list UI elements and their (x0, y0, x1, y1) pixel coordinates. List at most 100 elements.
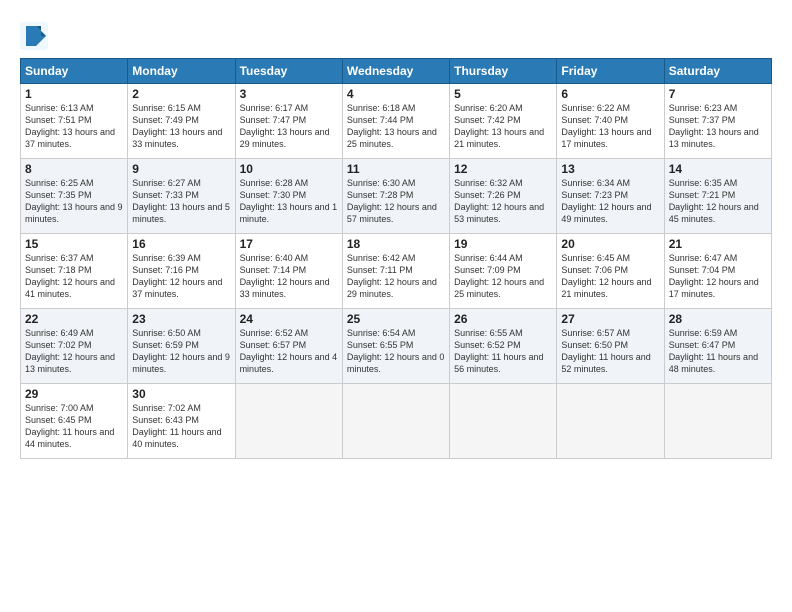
day-info: Sunrise: 6:50 AMSunset: 6:59 PMDaylight:… (132, 327, 230, 376)
day-info: Sunrise: 6:47 AMSunset: 7:04 PMDaylight:… (669, 252, 767, 301)
day-info: Sunrise: 6:22 AMSunset: 7:40 PMDaylight:… (561, 102, 659, 151)
day-number: 26 (454, 312, 552, 326)
logo (20, 22, 52, 50)
day-info: Sunrise: 6:20 AMSunset: 7:42 PMDaylight:… (454, 102, 552, 151)
day-info: Sunrise: 7:02 AMSunset: 6:43 PMDaylight:… (132, 402, 230, 451)
calendar-week-row: 29 Sunrise: 7:00 AMSunset: 6:45 PMDaylig… (21, 384, 772, 459)
day-number: 6 (561, 87, 659, 101)
calendar-week-row: 22 Sunrise: 6:49 AMSunset: 7:02 PMDaylig… (21, 309, 772, 384)
calendar-cell: 14 Sunrise: 6:35 AMSunset: 7:21 PMDaylig… (664, 159, 771, 234)
day-number: 13 (561, 162, 659, 176)
day-info: Sunrise: 6:30 AMSunset: 7:28 PMDaylight:… (347, 177, 445, 226)
day-info: Sunrise: 6:49 AMSunset: 7:02 PMDaylight:… (25, 327, 123, 376)
calendar-cell (664, 384, 771, 459)
day-number: 7 (669, 87, 767, 101)
calendar-cell: 27 Sunrise: 6:57 AMSunset: 6:50 PMDaylig… (557, 309, 664, 384)
calendar-cell (235, 384, 342, 459)
weekday-header: Wednesday (342, 59, 449, 84)
day-number: 21 (669, 237, 767, 251)
calendar-cell: 24 Sunrise: 6:52 AMSunset: 6:57 PMDaylig… (235, 309, 342, 384)
calendar-cell: 3 Sunrise: 6:17 AMSunset: 7:47 PMDayligh… (235, 84, 342, 159)
logo-icon (20, 22, 48, 50)
calendar-cell: 26 Sunrise: 6:55 AMSunset: 6:52 PMDaylig… (450, 309, 557, 384)
day-info: Sunrise: 7:00 AMSunset: 6:45 PMDaylight:… (25, 402, 123, 451)
day-number: 22 (25, 312, 123, 326)
calendar-cell: 8 Sunrise: 6:25 AMSunset: 7:35 PMDayligh… (21, 159, 128, 234)
day-number: 19 (454, 237, 552, 251)
day-number: 2 (132, 87, 230, 101)
calendar-cell: 23 Sunrise: 6:50 AMSunset: 6:59 PMDaylig… (128, 309, 235, 384)
day-info: Sunrise: 6:54 AMSunset: 6:55 PMDaylight:… (347, 327, 445, 376)
day-number: 24 (240, 312, 338, 326)
calendar-cell (557, 384, 664, 459)
calendar-cell: 25 Sunrise: 6:54 AMSunset: 6:55 PMDaylig… (342, 309, 449, 384)
weekday-header: Tuesday (235, 59, 342, 84)
day-info: Sunrise: 6:15 AMSunset: 7:49 PMDaylight:… (132, 102, 230, 151)
day-number: 12 (454, 162, 552, 176)
day-number: 15 (25, 237, 123, 251)
day-number: 3 (240, 87, 338, 101)
calendar-cell: 12 Sunrise: 6:32 AMSunset: 7:26 PMDaylig… (450, 159, 557, 234)
calendar-cell: 18 Sunrise: 6:42 AMSunset: 7:11 PMDaylig… (342, 234, 449, 309)
weekday-header: Saturday (664, 59, 771, 84)
day-number: 20 (561, 237, 659, 251)
day-number: 29 (25, 387, 123, 401)
day-info: Sunrise: 6:35 AMSunset: 7:21 PMDaylight:… (669, 177, 767, 226)
calendar-cell: 29 Sunrise: 7:00 AMSunset: 6:45 PMDaylig… (21, 384, 128, 459)
calendar-cell: 28 Sunrise: 6:59 AMSunset: 6:47 PMDaylig… (664, 309, 771, 384)
day-number: 30 (132, 387, 230, 401)
calendar-cell: 30 Sunrise: 7:02 AMSunset: 6:43 PMDaylig… (128, 384, 235, 459)
day-info: Sunrise: 6:52 AMSunset: 6:57 PMDaylight:… (240, 327, 338, 376)
day-info: Sunrise: 6:18 AMSunset: 7:44 PMDaylight:… (347, 102, 445, 151)
day-info: Sunrise: 6:37 AMSunset: 7:18 PMDaylight:… (25, 252, 123, 301)
day-number: 27 (561, 312, 659, 326)
calendar-cell: 11 Sunrise: 6:30 AMSunset: 7:28 PMDaylig… (342, 159, 449, 234)
weekday-header: Friday (557, 59, 664, 84)
day-info: Sunrise: 6:55 AMSunset: 6:52 PMDaylight:… (454, 327, 552, 376)
day-number: 9 (132, 162, 230, 176)
calendar-cell: 16 Sunrise: 6:39 AMSunset: 7:16 PMDaylig… (128, 234, 235, 309)
day-number: 16 (132, 237, 230, 251)
calendar-cell: 6 Sunrise: 6:22 AMSunset: 7:40 PMDayligh… (557, 84, 664, 159)
calendar-cell: 13 Sunrise: 6:34 AMSunset: 7:23 PMDaylig… (557, 159, 664, 234)
header (20, 18, 772, 50)
calendar-week-row: 15 Sunrise: 6:37 AMSunset: 7:18 PMDaylig… (21, 234, 772, 309)
calendar-cell: 4 Sunrise: 6:18 AMSunset: 7:44 PMDayligh… (342, 84, 449, 159)
calendar-cell: 9 Sunrise: 6:27 AMSunset: 7:33 PMDayligh… (128, 159, 235, 234)
day-number: 18 (347, 237, 445, 251)
page: SundayMondayTuesdayWednesdayThursdayFrid… (0, 0, 792, 612)
calendar-cell: 22 Sunrise: 6:49 AMSunset: 7:02 PMDaylig… (21, 309, 128, 384)
calendar-cell: 15 Sunrise: 6:37 AMSunset: 7:18 PMDaylig… (21, 234, 128, 309)
calendar-table: SundayMondayTuesdayWednesdayThursdayFrid… (20, 58, 772, 459)
day-number: 14 (669, 162, 767, 176)
day-info: Sunrise: 6:13 AMSunset: 7:51 PMDaylight:… (25, 102, 123, 151)
day-number: 28 (669, 312, 767, 326)
calendar-cell: 21 Sunrise: 6:47 AMSunset: 7:04 PMDaylig… (664, 234, 771, 309)
calendar-cell (450, 384, 557, 459)
calendar-cell: 10 Sunrise: 6:28 AMSunset: 7:30 PMDaylig… (235, 159, 342, 234)
day-number: 25 (347, 312, 445, 326)
day-info: Sunrise: 6:42 AMSunset: 7:11 PMDaylight:… (347, 252, 445, 301)
day-info: Sunrise: 6:40 AMSunset: 7:14 PMDaylight:… (240, 252, 338, 301)
day-info: Sunrise: 6:34 AMSunset: 7:23 PMDaylight:… (561, 177, 659, 226)
day-info: Sunrise: 6:17 AMSunset: 7:47 PMDaylight:… (240, 102, 338, 151)
day-number: 4 (347, 87, 445, 101)
day-info: Sunrise: 6:28 AMSunset: 7:30 PMDaylight:… (240, 177, 338, 226)
calendar-cell (342, 384, 449, 459)
calendar-week-row: 1 Sunrise: 6:13 AMSunset: 7:51 PMDayligh… (21, 84, 772, 159)
day-number: 23 (132, 312, 230, 326)
calendar-cell: 2 Sunrise: 6:15 AMSunset: 7:49 PMDayligh… (128, 84, 235, 159)
day-info: Sunrise: 6:44 AMSunset: 7:09 PMDaylight:… (454, 252, 552, 301)
day-info: Sunrise: 6:27 AMSunset: 7:33 PMDaylight:… (132, 177, 230, 226)
calendar-week-row: 8 Sunrise: 6:25 AMSunset: 7:35 PMDayligh… (21, 159, 772, 234)
day-number: 8 (25, 162, 123, 176)
day-info: Sunrise: 6:23 AMSunset: 7:37 PMDaylight:… (669, 102, 767, 151)
weekday-header: Sunday (21, 59, 128, 84)
calendar-cell: 17 Sunrise: 6:40 AMSunset: 7:14 PMDaylig… (235, 234, 342, 309)
calendar-cell: 19 Sunrise: 6:44 AMSunset: 7:09 PMDaylig… (450, 234, 557, 309)
day-info: Sunrise: 6:25 AMSunset: 7:35 PMDaylight:… (25, 177, 123, 226)
day-info: Sunrise: 6:39 AMSunset: 7:16 PMDaylight:… (132, 252, 230, 301)
day-number: 11 (347, 162, 445, 176)
calendar-cell: 20 Sunrise: 6:45 AMSunset: 7:06 PMDaylig… (557, 234, 664, 309)
day-info: Sunrise: 6:45 AMSunset: 7:06 PMDaylight:… (561, 252, 659, 301)
